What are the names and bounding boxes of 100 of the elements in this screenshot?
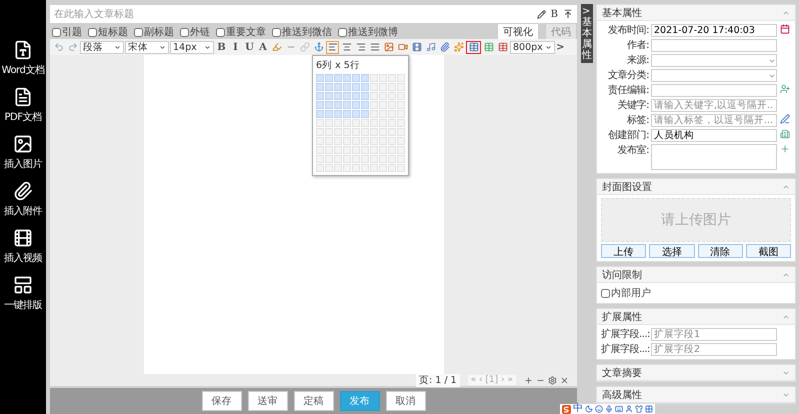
- sidebar-item[interactable]: PDF文档: [4, 110, 42, 124]
- grid-cell[interactable]: [325, 155, 333, 163]
- grid-cell[interactable]: [316, 137, 324, 145]
- grid-cell[interactable]: [388, 119, 396, 127]
- calendar-icon[interactable]: [780, 24, 790, 34]
- grid-cell[interactable]: [379, 164, 387, 172]
- format-select[interactable]: 段落: [80, 40, 124, 54]
- grid-cell[interactable]: [352, 83, 360, 91]
- grid-cell[interactable]: [379, 92, 387, 100]
- cover-button[interactable]: 上传: [601, 244, 646, 258]
- grid-cell[interactable]: [379, 119, 387, 127]
- grid-cell[interactable]: [334, 128, 342, 136]
- grid-cell[interactable]: [397, 92, 405, 100]
- grid-cell[interactable]: [397, 128, 405, 136]
- grid-cell[interactable]: [361, 137, 369, 145]
- grid-cell[interactable]: [370, 137, 378, 145]
- pencil-icon[interactable]: [536, 10, 546, 18]
- sidebar-item[interactable]: 一键排版: [4, 298, 42, 312]
- grid-cell[interactable]: [397, 164, 405, 172]
- font-color-button[interactable]: A: [257, 40, 269, 54]
- text-area[interactable]: [651, 144, 777, 170]
- checkbox-option[interactable]: 外链: [180, 25, 210, 39]
- settings-icon[interactable]: [548, 376, 557, 384]
- grid-cell[interactable]: [352, 164, 360, 172]
- grid-cell[interactable]: [379, 146, 387, 154]
- grid-cell[interactable]: [352, 137, 360, 145]
- panel-header[interactable]: 高级属性: [597, 387, 795, 403]
- grid-cell[interactable]: [361, 74, 369, 82]
- checkbox-option[interactable]: 重要文章: [216, 25, 266, 39]
- user-icon[interactable]: [625, 405, 633, 413]
- sidebar-item[interactable]: 插入图片: [4, 157, 42, 171]
- checkbox[interactable]: [134, 28, 143, 36]
- align-left-icon[interactable]: [328, 42, 338, 52]
- grid-cell[interactable]: [325, 74, 333, 82]
- moon-icon[interactable]: [585, 405, 593, 413]
- panel-header[interactable]: 封面图设置: [597, 179, 795, 195]
- zoom-in-icon[interactable]: [524, 376, 533, 384]
- checkbox[interactable]: [338, 28, 347, 36]
- grid-cell[interactable]: [379, 83, 387, 91]
- cover-button[interactable]: 选择: [649, 244, 694, 258]
- grid-cell[interactable]: [361, 92, 369, 100]
- document-icon[interactable]: [12, 87, 33, 107]
- keyboard-icon[interactable]: [615, 405, 623, 413]
- checkbox[interactable]: [180, 28, 189, 36]
- user-add-icon[interactable]: [780, 84, 790, 94]
- sidebar-item[interactable]: 插入视频: [4, 251, 42, 265]
- grid-cell[interactable]: [352, 101, 360, 109]
- grid-cell[interactable]: [334, 92, 342, 100]
- grid-cell[interactable]: [370, 92, 378, 100]
- select-field[interactable]: [651, 69, 777, 82]
- font-select[interactable]: 宋体: [125, 40, 169, 54]
- grid-cell[interactable]: [397, 119, 405, 127]
- grid-cell[interactable]: [316, 92, 324, 100]
- grid-cell[interactable]: [316, 74, 324, 82]
- action-button[interactable]: 取消: [386, 391, 426, 411]
- grid-cell[interactable]: [334, 74, 342, 82]
- grid-cell[interactable]: [316, 101, 324, 109]
- grid-cell[interactable]: [397, 101, 405, 109]
- grid-cell[interactable]: [334, 119, 342, 127]
- video-icon[interactable]: [398, 42, 408, 52]
- grid-cell[interactable]: [361, 128, 369, 136]
- grid-cell[interactable]: [361, 155, 369, 163]
- cover-button[interactable]: 清除: [698, 244, 743, 258]
- redo-icon[interactable]: [68, 42, 78, 52]
- grid-cell[interactable]: [325, 128, 333, 136]
- italic-button[interactable]: I: [229, 40, 242, 54]
- grid-cell[interactable]: [370, 83, 378, 91]
- checkbox-option[interactable]: 短标题: [88, 25, 128, 39]
- add-icon[interactable]: [780, 144, 790, 154]
- input-field[interactable]: 请输入标签，以逗号隔开...: [651, 114, 777, 127]
- grid-cell[interactable]: [361, 164, 369, 172]
- input-field[interactable]: 2021-07-20 17:40:03: [651, 24, 777, 37]
- checkbox[interactable]: [216, 28, 225, 36]
- panel-header[interactable]: 访问限制: [597, 267, 795, 283]
- grid-cell[interactable]: [343, 137, 351, 145]
- grid-cell[interactable]: [361, 83, 369, 91]
- cover-button[interactable]: 截图: [746, 244, 791, 258]
- grid-cell[interactable]: [316, 128, 324, 136]
- grid-cell[interactable]: [361, 101, 369, 109]
- grid-cell[interactable]: [352, 110, 360, 118]
- table-icon[interactable]: [484, 42, 494, 52]
- grid-cell[interactable]: [334, 155, 342, 163]
- bold-button[interactable]: B: [215, 40, 228, 54]
- checkbox-option[interactable]: 内部用户: [601, 286, 791, 300]
- grid-cell[interactable]: [397, 83, 405, 91]
- layout-icon[interactable]: [13, 275, 33, 295]
- paperclip-icon[interactable]: [440, 42, 450, 52]
- grid-cell[interactable]: [343, 101, 351, 109]
- grid-cell[interactable]: [379, 137, 387, 145]
- grid-cell[interactable]: [343, 146, 351, 154]
- grid-icon[interactable]: [645, 405, 653, 413]
- grid-cell[interactable]: [343, 83, 351, 91]
- grid-cell[interactable]: [334, 83, 342, 91]
- view-tab[interactable]: 可视化: [497, 23, 539, 39]
- align-justify-icon[interactable]: [370, 42, 380, 52]
- grid-cell[interactable]: [397, 110, 405, 118]
- panel-header[interactable]: 基本属性: [597, 5, 795, 21]
- grid-cell[interactable]: [334, 110, 342, 118]
- grid-cell[interactable]: [370, 164, 378, 172]
- grid-cell[interactable]: [361, 110, 369, 118]
